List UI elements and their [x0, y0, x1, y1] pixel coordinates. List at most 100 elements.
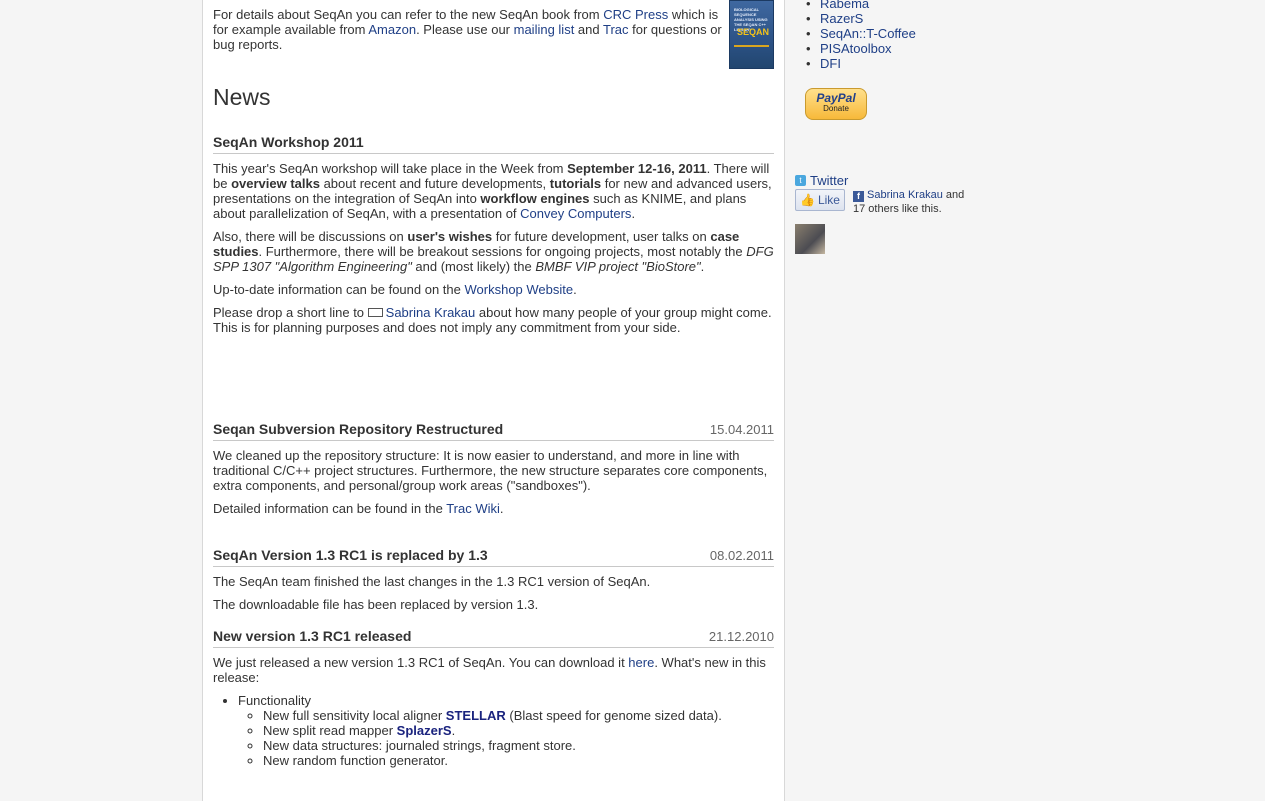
tool-link-dfi[interactable]: DFI	[820, 56, 841, 71]
download-here-link[interactable]: here	[628, 655, 654, 670]
news-heading: News	[213, 84, 271, 110]
news-item-date: 21.12.2010	[708, 629, 774, 644]
news-item-header: Seqan Subversion Repository Restructured…	[213, 422, 774, 441]
news-paragraph: The SeqAn team finished the last changes…	[213, 574, 651, 589]
text: . Furthermore, there will be breakout se…	[258, 244, 747, 259]
text: (Blast speed for genome sized data).	[505, 708, 722, 723]
twitter-link-row[interactable]: t Twitter	[795, 173, 848, 188]
sabrina-krakau-mail-link[interactable]: Sabrina Krakau	[386, 305, 476, 320]
news-paragraph: Also, there will be discussions on user'…	[213, 229, 774, 274]
text: and (most likely) the	[411, 259, 536, 274]
tools-list-item: PISAtoolbox	[806, 41, 916, 56]
list-item: New split read mapper SplazerS.	[263, 723, 774, 738]
workshop-website-link[interactable]: Workshop Website	[465, 282, 574, 297]
text: Please drop a short line to	[213, 305, 368, 320]
text: .	[451, 723, 456, 738]
news-paragraph: Up-to-date information can be found on t…	[213, 282, 774, 297]
twitter-icon: t	[795, 175, 806, 186]
news-paragraph: This year's SeqAn workshop will take pla…	[213, 161, 774, 221]
tool-link-rabema[interactable]: Rabema	[820, 0, 869, 11]
news-paragraph: The downloadable file has been replaced …	[213, 597, 539, 612]
emphasis: tutorials	[549, 176, 602, 191]
content-column: For details about SeqAn you can refer to…	[202, 0, 785, 801]
trac-wiki-link[interactable]: Trac Wiki	[446, 501, 500, 516]
mailing-list-link[interactable]: mailing list	[514, 22, 575, 37]
book-logo: SEQAN	[737, 27, 770, 37]
intro-text: and	[574, 22, 603, 37]
news-item-header: SeqAn Version 1.3 RC1 is replaced by 1.3…	[213, 548, 774, 567]
news-item-rc1: New version 1.3 RC1 released 21.12.2010 …	[213, 629, 774, 768]
text: .	[573, 282, 577, 297]
tools-list: Rabema RazerS SeqAn::T-Coffee PISAtoolbo…	[806, 0, 916, 71]
facebook-like-button[interactable]: 👍 Like	[795, 189, 845, 211]
twitter-link[interactable]: Twitter	[810, 173, 848, 188]
text: Up-to-date information can be found on t…	[213, 282, 465, 297]
intro-paragraph: For details about SeqAn you can refer to…	[213, 7, 723, 52]
book-stripe	[734, 45, 769, 47]
trac-link[interactable]: Trac	[603, 22, 629, 37]
mail-icon	[367, 308, 383, 317]
news-item-date: 15.04.2011	[709, 422, 774, 437]
tool-link-razers[interactable]: RazerS	[820, 11, 863, 26]
text: New full sensitivity local aligner	[263, 708, 446, 723]
donate-label: Donate	[823, 104, 849, 113]
italic-text: BMBF VIP project "BioStore"	[535, 259, 701, 274]
news-item-title: SeqAn Workshop 2011	[213, 134, 364, 150]
tools-list-item: RazerS	[806, 11, 916, 26]
tools-list-item: SeqAn::T-Coffee	[806, 26, 916, 41]
text: .	[700, 259, 705, 274]
text: and	[942, 189, 965, 201]
text: New split read mapper	[263, 723, 397, 738]
list-item: New full sensitivity local aligner STELL…	[263, 708, 774, 723]
seqan-book-cover[interactable]: BIOLOGICAL SEQUENCE ANALYSIS USING THE S…	[729, 0, 774, 69]
stellar-link[interactable]: STELLAR	[446, 708, 506, 723]
tool-link-pisatoolbox[interactable]: PISAtoolbox	[820, 41, 892, 56]
main-content: For details about SeqAn you can refer to…	[213, 0, 774, 768]
text: about recent and future developments,	[319, 176, 550, 191]
tools-list-item: Rabema	[806, 0, 916, 11]
news-item-title: Seqan Subversion Repository Restructured	[213, 421, 504, 437]
emphasis: September 12-16, 2011	[567, 161, 707, 176]
convey-computers-link[interactable]: Convey Computers	[520, 206, 631, 221]
news-item-header: New version 1.3 RC1 released 21.12.2010	[213, 629, 774, 648]
tool-link-tcoffee[interactable]: SeqAn::T-Coffee	[820, 26, 916, 41]
text: Detailed information can be found in the	[213, 501, 447, 516]
emphasis: workflow engines	[480, 191, 590, 206]
text: .	[499, 501, 504, 516]
paypal-donate-button[interactable]: PayPal Donate	[805, 88, 867, 120]
like-label: Like	[817, 192, 840, 207]
feature-sublist: New full sensitivity local aligner STELL…	[238, 708, 774, 768]
news-item-svn: Seqan Subversion Repository Restructured…	[213, 422, 774, 524]
text: .	[631, 206, 636, 221]
intro-text: . Please use our	[416, 22, 514, 37]
amazon-link[interactable]: Amazon	[368, 22, 416, 37]
news-item-v13: SeqAn Version 1.3 RC1 is replaced by 1.3…	[213, 548, 774, 620]
facebook-friend-link[interactable]: Sabrina Krakau	[867, 189, 943, 201]
emphasis: user's wishes	[407, 229, 493, 244]
list-item: New data structures: journaled strings, …	[263, 738, 774, 753]
list-item: New random function generator.	[263, 753, 774, 768]
crc-press-link[interactable]: CRC Press	[603, 7, 668, 22]
news-paragraph: Detailed information can be found in the…	[213, 501, 774, 516]
thumbs-up-icon: 👍	[800, 192, 815, 207]
facebook-like-text: f Sabrina Krakau and 17 others like this.	[853, 188, 993, 216]
text: 17 others like this.	[853, 203, 942, 215]
facebook-icon: f	[853, 191, 864, 202]
paypal-logo: PayPal	[816, 91, 856, 105]
text: We just released a new version 1.3 RC1 o…	[213, 655, 629, 670]
news-item-workshop: SeqAn Workshop 2011 This year's SeqAn wo…	[213, 135, 774, 343]
tools-list-item: DFI	[806, 56, 916, 71]
news-paragraph: We just released a new version 1.3 RC1 o…	[213, 655, 774, 685]
news-item-header: SeqAn Workshop 2011	[213, 135, 774, 154]
avatar[interactable]	[795, 224, 825, 254]
intro-text: For details about SeqAn you can refer to…	[213, 7, 604, 22]
list-item: Functionality New full sensitivity local…	[238, 693, 774, 768]
splazers-link[interactable]: SplazerS	[397, 723, 452, 738]
news-item-date: 08.02.2011	[709, 548, 774, 563]
news-paragraph: We cleaned up the repository structure: …	[213, 448, 768, 493]
text: for future development, user talks on	[492, 229, 711, 244]
news-paragraph: Please drop a short line to Sabrina Krak…	[213, 305, 774, 335]
news-item-title: SeqAn Version 1.3 RC1 is replaced by 1.3	[213, 547, 488, 563]
text: This year's SeqAn workshop will take pla…	[213, 161, 568, 176]
list-item-label: Functionality	[238, 693, 311, 708]
